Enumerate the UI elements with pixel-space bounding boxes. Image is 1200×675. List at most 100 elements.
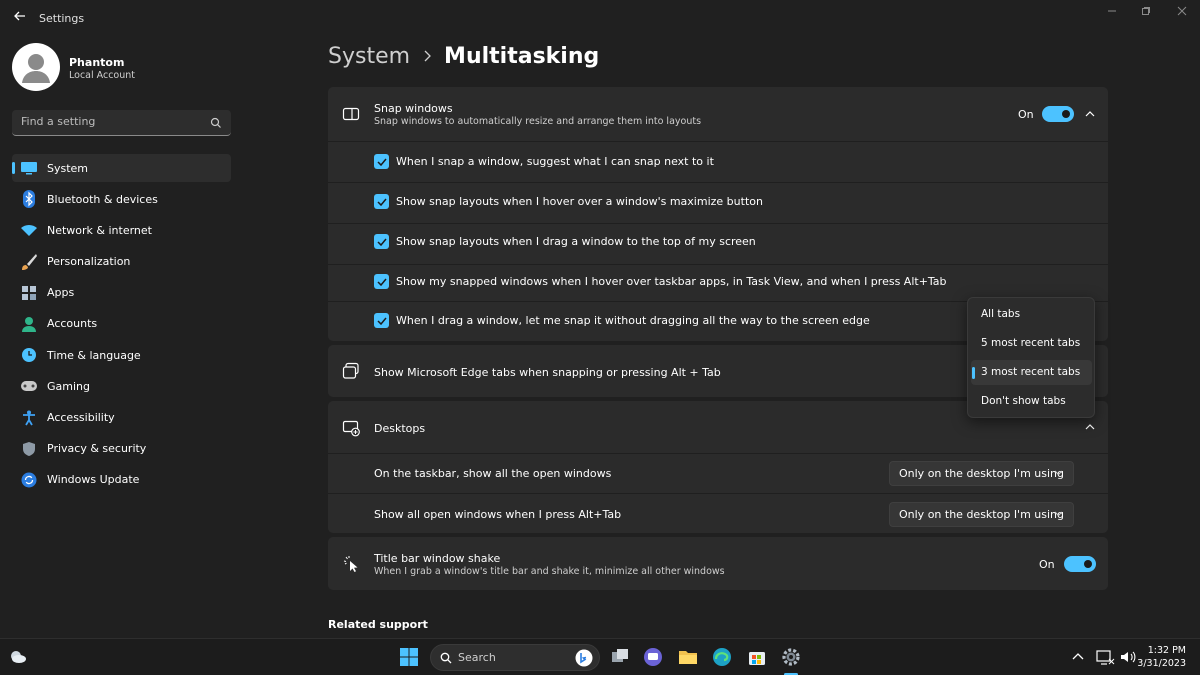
- checkmark-icon: [376, 238, 387, 246]
- desktops-taskbar-label: On the taskbar, show all the open window…: [374, 467, 612, 480]
- checkmark-icon: [376, 198, 387, 206]
- sidebar-item-network[interactable]: Network & internet: [12, 216, 231, 244]
- snap-option-checkbox[interactable]: [374, 313, 389, 328]
- store-icon[interactable]: [747, 647, 767, 667]
- snap-option-checkbox[interactable]: [374, 274, 389, 289]
- person-icon: [20, 315, 38, 333]
- desktops-card: Desktops On the taskbar, show all the op…: [328, 401, 1108, 533]
- snap-option-checkbox[interactable]: [374, 194, 389, 209]
- chevron-up-icon[interactable]: [1084, 421, 1096, 433]
- sidebar-item-label: Accessibility: [47, 411, 115, 424]
- close-icon[interactable]: [1170, 6, 1194, 20]
- search-icon: [210, 117, 221, 128]
- snap-toggle-state: On: [1018, 108, 1034, 121]
- title-bar-shake-toggle[interactable]: [1064, 556, 1096, 572]
- settings-gear-icon[interactable]: [781, 647, 801, 667]
- minimize-icon[interactable]: [1100, 6, 1124, 20]
- edge-icon[interactable]: [712, 647, 732, 667]
- taskbar-search-label: Search: [458, 651, 496, 664]
- edge-tabs-title: Show Microsoft Edge tabs when snapping o…: [374, 366, 721, 379]
- clock[interactable]: 1:32 PM 3/31/2023: [1137, 644, 1186, 670]
- snap-option-checkbox[interactable]: [374, 154, 389, 169]
- find-setting-box[interactable]: [12, 110, 231, 136]
- sidebar-item-label: Windows Update: [47, 473, 140, 487]
- page-title: Multitasking: [444, 44, 600, 69]
- sidebar-item-label: Bluetooth & devices: [47, 192, 158, 206]
- alttab-windows-select[interactable]: Only on the desktop I'm using: [889, 502, 1074, 527]
- checkmark-icon: [376, 317, 387, 325]
- volume-icon[interactable]: [1118, 647, 1138, 667]
- sidebar-item-windows-update[interactable]: Windows Update: [12, 466, 231, 494]
- chevron-down-icon: [1054, 511, 1063, 517]
- sidebar-item-time-language[interactable]: Time & language: [12, 341, 231, 369]
- snap-option-label: When I drag a window, let me snap it wit…: [396, 314, 870, 327]
- sidebar-item-accessibility[interactable]: Accessibility: [12, 404, 231, 432]
- sidebar-item-privacy[interactable]: Privacy & security: [12, 435, 231, 463]
- snap-windows-toggle[interactable]: [1042, 106, 1074, 122]
- snap-option-row: Show snap layouts when I drag a window t…: [328, 224, 1108, 264]
- sidebar-nav: System Bluetooth & devices Network & int…: [12, 154, 231, 497]
- chevron-up-icon[interactable]: [1084, 108, 1096, 120]
- taskbar-windows-select[interactable]: Only on the desktop I'm using: [889, 461, 1074, 486]
- back-arrow-icon[interactable]: [10, 9, 30, 29]
- snap-option-checkbox[interactable]: [374, 234, 389, 249]
- sidebar-item-gaming[interactable]: Gaming: [12, 372, 231, 400]
- gamepad-icon: [20, 377, 38, 395]
- chat-icon[interactable]: [643, 647, 663, 667]
- avatar[interactable]: [12, 43, 60, 91]
- snap-windows-header[interactable]: Snap windows Snap windows to automatical…: [328, 87, 1108, 141]
- sidebar-item-label: Personalization: [47, 255, 131, 269]
- snap-option-label: Show snap layouts when I hover over a wi…: [396, 195, 763, 208]
- sidebar-item-accounts[interactable]: Accounts: [12, 310, 231, 338]
- restore-icon[interactable]: [1134, 6, 1158, 20]
- sidebar-item-personalization[interactable]: Personalization: [12, 248, 231, 276]
- snap-windows-title: Snap windows: [374, 102, 453, 115]
- file-explorer-icon[interactable]: [678, 647, 698, 667]
- dropdown-option-all-tabs[interactable]: All tabs: [971, 302, 1092, 327]
- snap-windows-icon: [342, 107, 360, 121]
- clock-date: 3/31/2023: [1137, 658, 1186, 669]
- accessibility-icon: [20, 409, 38, 427]
- chevron-up-icon[interactable]: [1068, 647, 1088, 667]
- sidebar-item-bluetooth[interactable]: Bluetooth & devices: [12, 185, 231, 213]
- user-account-type: Local Account: [69, 70, 135, 81]
- checkmark-icon: [376, 278, 387, 286]
- update-icon: [20, 471, 38, 489]
- related-support-heading: Related support: [328, 618, 428, 631]
- dropdown-option-label: 3 most recent tabs: [981, 366, 1081, 378]
- find-setting-input[interactable]: [21, 115, 201, 128]
- dropdown-option-no-tabs[interactable]: Don't show tabs: [971, 389, 1092, 414]
- windows-start-icon[interactable]: [399, 647, 419, 667]
- shake-title: Title bar window shake: [374, 552, 501, 565]
- taskbar: Search 1:32 PM 3/31/2023: [0, 638, 1200, 675]
- apps-icon: [20, 284, 38, 302]
- taskbar-search[interactable]: Search: [430, 644, 600, 671]
- sidebar-item-label: Apps: [47, 286, 75, 300]
- sidebar-item-system[interactable]: System: [12, 154, 231, 182]
- weather-icon[interactable]: [8, 647, 28, 667]
- dropdown-option-5-tabs[interactable]: 5 most recent tabs: [971, 331, 1092, 356]
- brush-icon: [20, 253, 38, 271]
- edge-tabs-icon: [342, 362, 359, 379]
- monitor-icon: [20, 159, 38, 177]
- breadcrumb-parent[interactable]: System: [328, 44, 410, 69]
- dropdown-option-3-tabs[interactable]: 3 most recent tabs: [971, 360, 1092, 385]
- dropdown-option-label: 5 most recent tabs: [981, 337, 1081, 349]
- network-status-icon[interactable]: [1095, 647, 1115, 667]
- edge-tabs-dropdown: All tabs 5 most recent tabs 3 most recen…: [967, 297, 1095, 418]
- sidebar-item-label: Accounts: [47, 317, 98, 331]
- sidebar-item-label: System: [47, 161, 89, 175]
- shake-toggle-state: On: [1039, 558, 1055, 571]
- title-bar-shake-card: Title bar window shake When I grab a win…: [328, 537, 1108, 590]
- sidebar-item-label: Gaming: [47, 379, 90, 393]
- bing-icon[interactable]: [575, 649, 593, 667]
- clock-time: 1:32 PM: [1147, 645, 1186, 656]
- snap-option-row: When I snap a window, suggest what I can…: [328, 142, 1108, 182]
- user-name: Phantom: [69, 56, 125, 69]
- task-view-icon[interactable]: [610, 647, 630, 667]
- sidebar-item-label: Time & language: [47, 348, 141, 362]
- sidebar-item-apps[interactable]: Apps: [12, 279, 231, 307]
- search-icon: [440, 652, 452, 664]
- desktops-icon: [342, 420, 360, 437]
- snap-windows-subtitle: Snap windows to automatically resize and…: [374, 116, 702, 127]
